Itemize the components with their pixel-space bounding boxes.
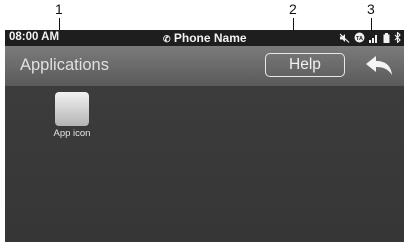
status-bar: 08:00 AM ✆ Phone Name TA — [5, 30, 404, 46]
status-time: 08:00 AM — [9, 31, 60, 43]
app-label: App icon — [53, 128, 91, 139]
callout-3: 3 — [367, 1, 375, 17]
svg-text:TA: TA — [356, 36, 363, 42]
callout-1: 1 — [55, 1, 63, 17]
app-icon[interactable] — [55, 92, 89, 126]
page-title: Applications — [20, 56, 109, 74]
app-tile[interactable]: App icon — [50, 92, 94, 144]
back-button[interactable] — [363, 54, 395, 80]
bluetooth-phone-icon: ✆ — [163, 34, 171, 44]
bluetooth-icon — [394, 31, 401, 47]
help-button[interactable]: Help — [265, 53, 345, 77]
status-icons: TA — [339, 31, 401, 47]
mute-icon — [339, 33, 350, 47]
apps-grid: App icon — [5, 86, 404, 242]
phone-name: Phone Name — [173, 31, 247, 45]
traffic-announcement-icon: TA — [354, 32, 365, 47]
device-screen: 08:00 AM ✆ Phone Name TA Applications He… — [5, 30, 404, 242]
title-bar: Applications Help — [5, 46, 404, 86]
figure: 1 2 3 08:00 AM ✆ Phone Name TA Applicati… — [0, 0, 409, 243]
signal-icon — [369, 33, 379, 47]
back-arrow-icon — [366, 56, 392, 75]
battery-icon — [383, 32, 390, 47]
status-phone: ✆ Phone Name — [163, 31, 247, 45]
callout-2: 2 — [289, 1, 297, 17]
